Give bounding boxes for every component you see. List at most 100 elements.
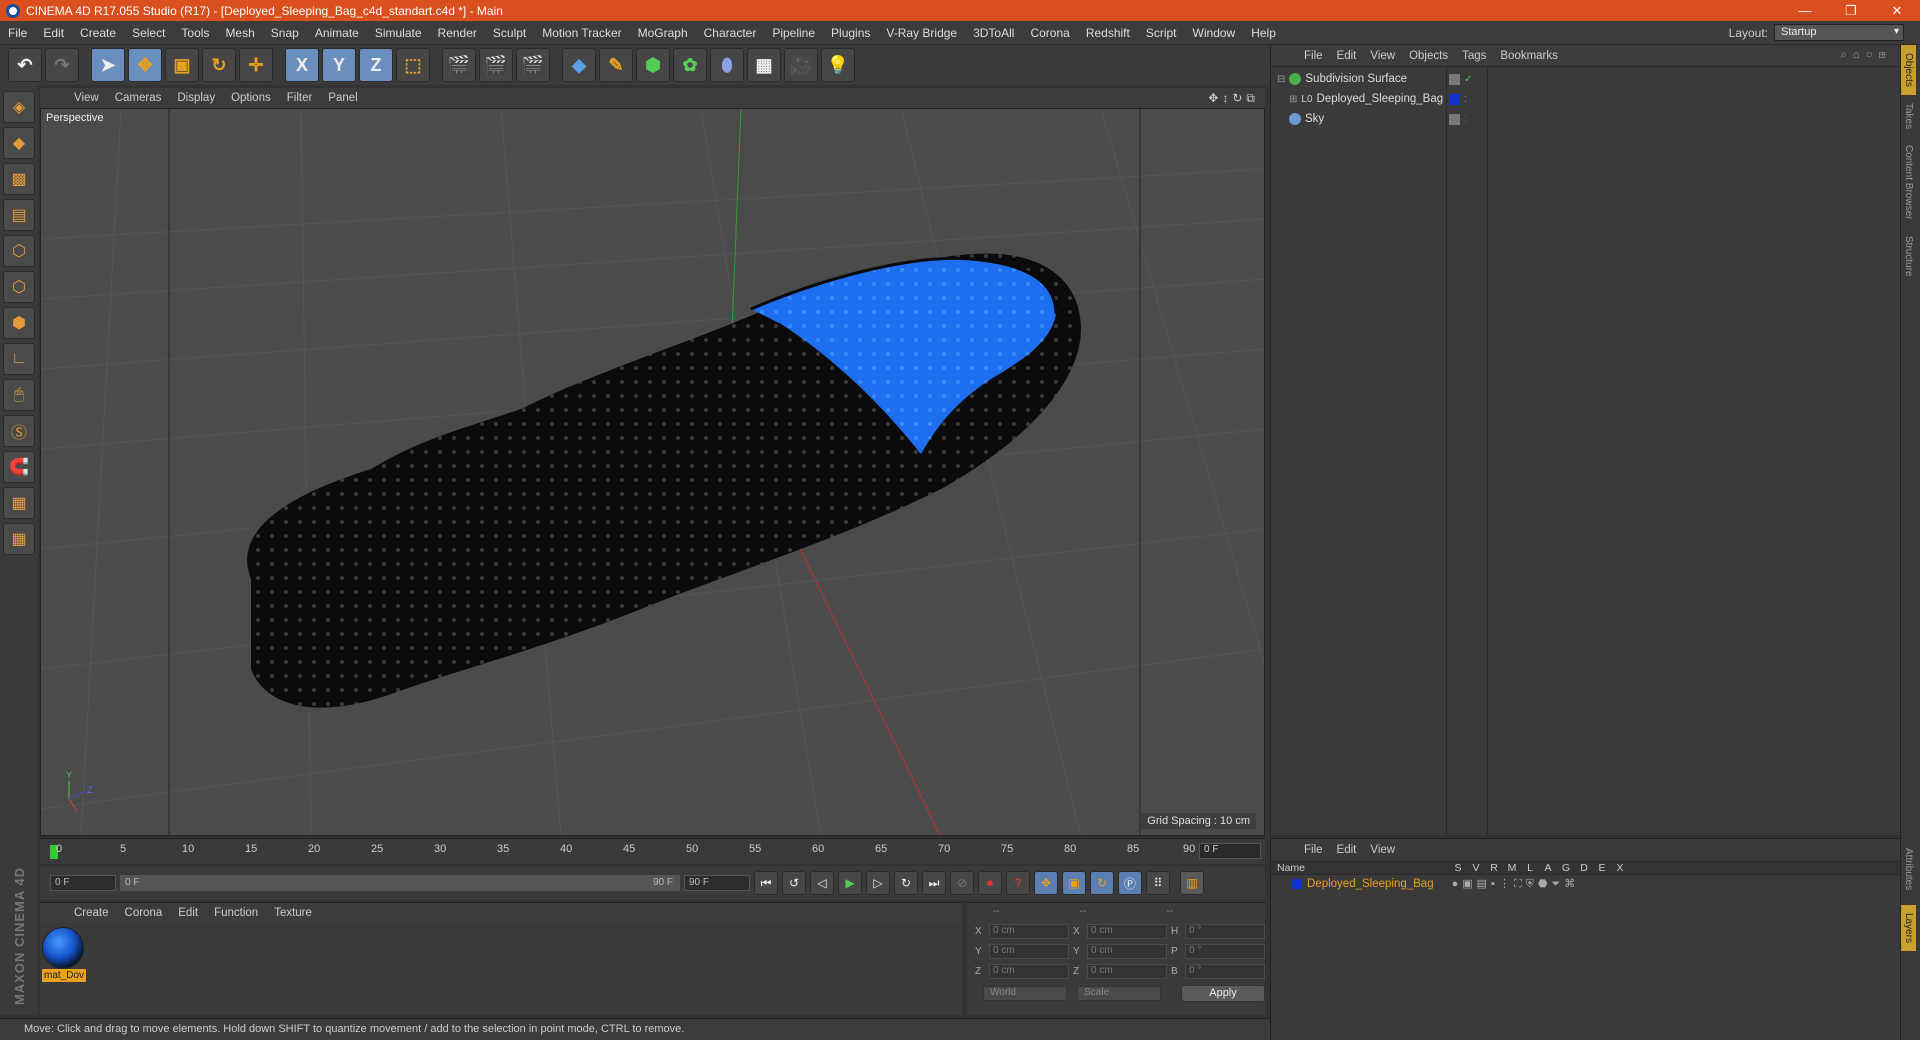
menu-file[interactable]: File (0, 26, 35, 40)
material-swatch[interactable]: mat_Dov (42, 927, 86, 982)
tab-attributes[interactable]: Attributes (1901, 840, 1916, 898)
menu-motion-tracker[interactable]: Motion Tracker (534, 26, 629, 40)
visibility-dots-icon[interactable]: ⁚ (1464, 95, 1467, 104)
start-frame-field[interactable]: 0 F (50, 875, 116, 891)
spline-pen-button[interactable]: ✎ (599, 48, 633, 82)
menu-3dtoall[interactable]: 3DToAll (965, 26, 1022, 40)
axis-mode-button[interactable]: ∟ (3, 343, 35, 375)
collapse-icon[interactable]: ⊟ (1277, 74, 1285, 85)
viewport-menu-cameras[interactable]: Cameras (107, 92, 170, 104)
timeline-ruler[interactable]: 0 5 10 15 20 25 30 35 40 45 50 55 60 65 … (40, 838, 1265, 864)
camera-button[interactable]: 🎥 (784, 48, 818, 82)
rotation-p-field[interactable]: 0 ° (1185, 943, 1265, 959)
previous-frame-button[interactable]: ◁ (810, 871, 834, 895)
planar-workplane-button[interactable]: ▦ (3, 523, 35, 555)
layer-swatch[interactable] (1449, 113, 1460, 125)
next-frame-button[interactable]: ▷ (866, 871, 890, 895)
edges-mode-button[interactable]: ⬡ (3, 271, 35, 303)
scale-tool-button[interactable]: ▣ (165, 48, 199, 82)
menu-snap[interactable]: Snap (263, 26, 307, 40)
menu-create[interactable]: Create (72, 26, 124, 40)
menu-sculpt[interactable]: Sculpt (485, 26, 534, 40)
rotation-b-field[interactable]: 0 ° (1185, 963, 1265, 979)
layer-swatch[interactable] (1449, 73, 1460, 85)
texture-mode-button[interactable]: ▩ (3, 163, 35, 195)
light-button[interactable]: 💡 (821, 48, 855, 82)
size-x-field[interactable]: 0 cm (1087, 923, 1167, 939)
tab-objects[interactable]: Objects (1901, 45, 1916, 95)
perspective-viewport[interactable]: Y Z Perspective Grid Spacing : 10 cm (40, 108, 1265, 836)
coordinate-system-button[interactable]: ⬚ (396, 48, 430, 82)
layer-menu-edit[interactable]: Edit (1330, 844, 1364, 856)
transform-mode-dropdown[interactable]: Scale (1077, 986, 1161, 1001)
workplane-mode-button[interactable]: ▤ (3, 199, 35, 231)
object-manager-search-icons[interactable]: ⌕⌂○⊞ (1833, 49, 1900, 62)
viewport-menu-options[interactable]: Options (223, 92, 279, 104)
mograph-cloner-button[interactable]: ✿ (673, 48, 707, 82)
render-settings-button[interactable]: 🎬 (516, 48, 550, 82)
select-tool-button[interactable]: ➤ (91, 48, 125, 82)
undo-button[interactable]: ↶ (8, 48, 42, 82)
object-menu-tags[interactable]: Tags (1455, 50, 1493, 62)
current-frame-field[interactable]: 0 F (1199, 843, 1261, 859)
object-row-deployed-sleeping-bag[interactable]: ⊞ L0 Deployed_Sleeping_Bag ⁚ (1271, 89, 1901, 109)
material-menu-function[interactable]: Function (206, 907, 266, 919)
maximize-button[interactable]: ❐ (1828, 3, 1874, 19)
layer-flag-icons[interactable]: ●▣▤▪⋮⛶⛨⬣⏷⌘ (1452, 877, 1580, 891)
check-icon[interactable]: ✓ (1464, 74, 1472, 85)
menu-simulate[interactable]: Simulate (367, 26, 430, 40)
minimize-button[interactable]: — (1782, 3, 1828, 19)
make-editable-button[interactable]: ◈ (3, 91, 35, 123)
tab-layers[interactable]: Layers (1901, 905, 1916, 952)
object-row-subdivision-surface[interactable]: ⊟ Subdivision Surface ✓ (1271, 69, 1901, 89)
viewport-menu-panel[interactable]: Panel (320, 92, 365, 104)
menu-character[interactable]: Character (696, 26, 765, 40)
render-picture-viewer-button[interactable]: 🎬 (479, 48, 513, 82)
viewport-navigation-icons[interactable]: ✥↕↻⧉ (1208, 91, 1265, 106)
menu-mograph[interactable]: MoGraph (630, 26, 696, 40)
record-active-objects-button[interactable]: ⊘ (950, 871, 974, 895)
rotation-key-button[interactable]: ↻ (1090, 871, 1114, 895)
material-menu-edit[interactable]: Edit (170, 907, 206, 919)
menu-vray-bridge[interactable]: V-Ray Bridge (878, 26, 965, 40)
tab-takes[interactable]: Takes (1901, 95, 1916, 137)
position-x-field[interactable]: 0 cm (989, 923, 1069, 939)
position-key-button[interactable]: ✥ (1034, 871, 1058, 895)
material-menu-texture[interactable]: Texture (266, 907, 320, 919)
menu-tools[interactable]: Tools (173, 26, 217, 40)
y-axis-lock-button[interactable]: Y (322, 48, 356, 82)
subdivision-generator-button[interactable]: ⬢ (636, 48, 670, 82)
menu-pipeline[interactable]: Pipeline (764, 26, 823, 40)
layer-swatch[interactable] (1449, 93, 1460, 105)
layer-menu-file[interactable]: File (1297, 844, 1330, 856)
expand-icon[interactable]: ⊞ (1289, 94, 1297, 105)
timeline-ticks[interactable]: 0 5 10 15 20 25 30 35 40 45 50 55 60 65 … (50, 843, 1195, 863)
polygons-mode-button[interactable]: ⬢ (3, 307, 35, 339)
rotation-h-field[interactable]: 0 ° (1185, 923, 1265, 939)
floor-button[interactable]: ▦ (747, 48, 781, 82)
viewport-menu-filter[interactable]: Filter (279, 92, 321, 104)
material-menu-corona[interactable]: Corona (117, 907, 171, 919)
timeline-window-button[interactable]: ▥ (1180, 871, 1204, 895)
solo-button[interactable]: Ⓢ (3, 415, 35, 447)
menu-select[interactable]: Select (124, 26, 173, 40)
snap-button[interactable]: 🧲 (3, 451, 35, 483)
scale-key-button[interactable]: ▣ (1062, 871, 1086, 895)
object-menu-file[interactable]: File (1297, 50, 1330, 62)
tweak-mode-button[interactable]: 🖱 (3, 379, 35, 411)
viewport-menu-display[interactable]: Display (169, 92, 223, 104)
size-y-field[interactable]: 0 cm (1087, 943, 1167, 959)
material-menu-create[interactable]: Create (66, 907, 117, 919)
tab-structure[interactable]: Structure (1901, 228, 1916, 285)
move-tool-button[interactable]: ✥ (128, 48, 162, 82)
render-view-button[interactable]: 🎬 (442, 48, 476, 82)
layer-color-swatch[interactable] (1291, 879, 1301, 889)
previous-key-button[interactable]: ↺ (782, 871, 806, 895)
points-mode-button[interactable]: ⬡ (3, 235, 35, 267)
menu-mesh[interactable]: Mesh (217, 26, 262, 40)
visibility-dots-icon[interactable]: ⁚ (1464, 115, 1467, 124)
next-key-button[interactable]: ↻ (894, 871, 918, 895)
viewport-menu-view[interactable]: View (66, 92, 107, 104)
end-frame-field[interactable]: 90 F (684, 875, 750, 891)
apply-button[interactable]: Apply (1181, 985, 1265, 1002)
